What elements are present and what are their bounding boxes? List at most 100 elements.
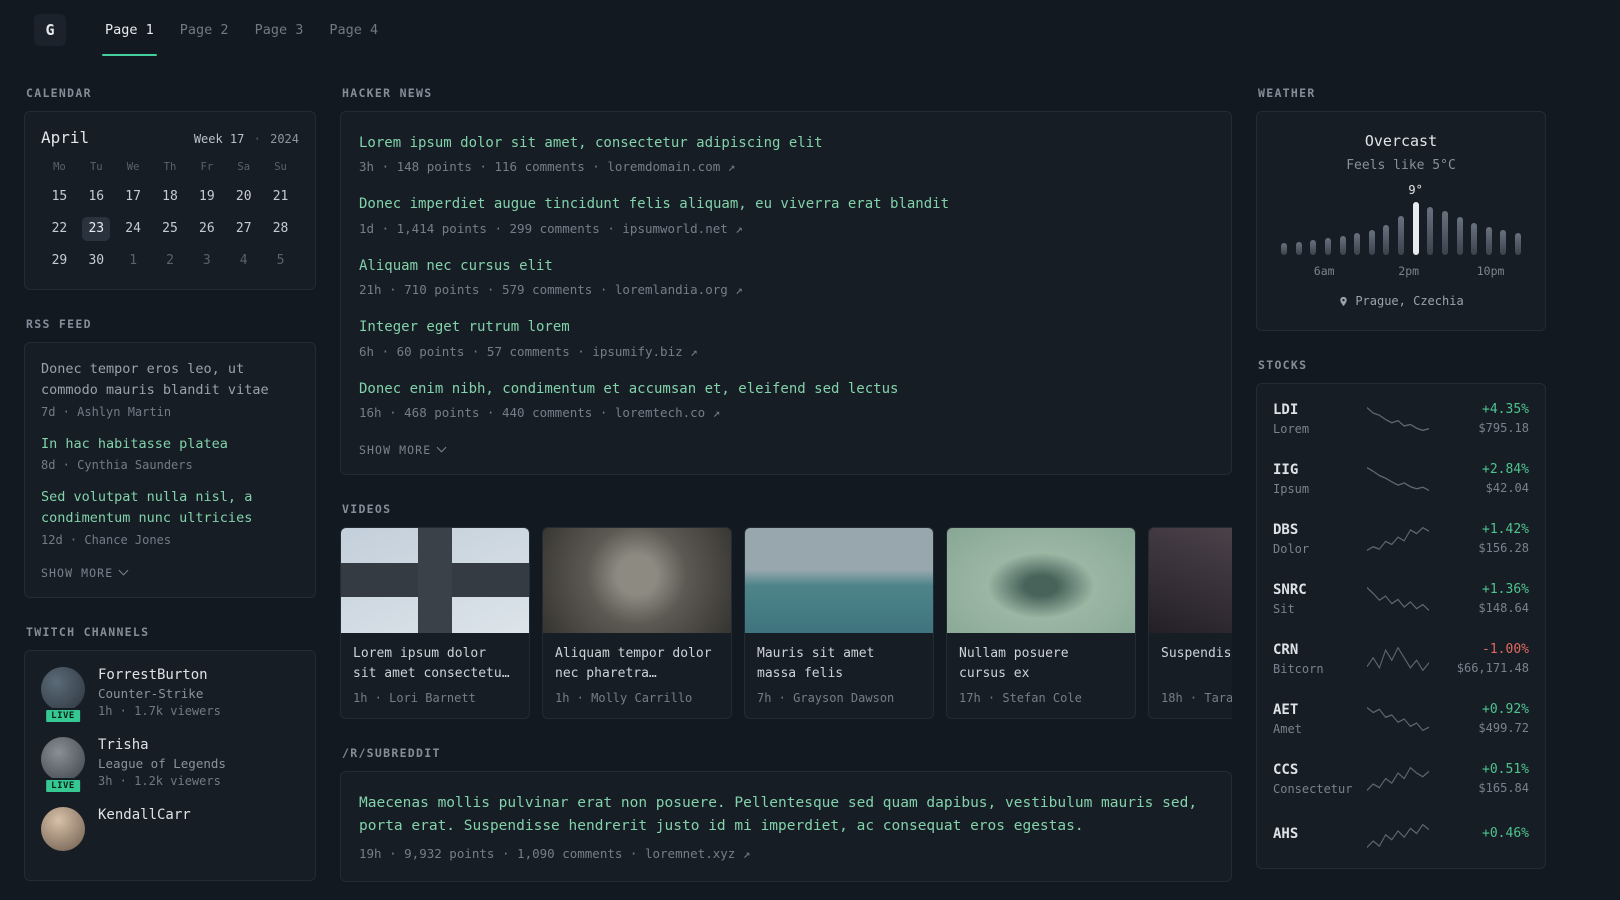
stocks-section-title: STOCKS (1258, 357, 1308, 372)
hackernews-section-title: HACKER NEWS (342, 86, 433, 100)
stock-change: +4.35% (1482, 402, 1529, 417)
calendar-widget: CALENDAR April Week 17 · 2024 Mo Tu We T… (24, 86, 316, 290)
stock-row[interactable]: IIG Ipsum +2.84% $42.04 (1272, 449, 1530, 509)
channel-avatar (41, 806, 85, 851)
hn-title-link[interactable]: Donec enim nibh, condimentum et accumsan… (359, 378, 1213, 400)
stock-price: $165.84 (1478, 781, 1529, 795)
hn-title-link[interactable]: Aliquam nec cursus elit (359, 255, 1213, 277)
weekday-label: Fr (200, 161, 214, 173)
weather-bar (1485, 227, 1492, 255)
twitch-channel[interactable]: LIVE Trisha League of Legends 3h · 1.2k … (41, 736, 299, 794)
stock-sparkline (1367, 586, 1429, 611)
weather-bar (1310, 239, 1317, 255)
video-thumbnail[interactable] (543, 527, 731, 633)
calendar-day: 19 (199, 189, 215, 204)
stock-sparkline (1367, 406, 1429, 431)
calendar-day: 4 (239, 253, 248, 268)
calendar-day: 3 (202, 253, 211, 268)
tab-page-3[interactable]: Page 3 (242, 0, 317, 60)
hn-item: Donec imperdiet augue tincidunt felis al… (359, 193, 1213, 235)
calendar-month: April (41, 128, 90, 147)
video-thumbnail[interactable] (1149, 527, 1232, 633)
weather-location: Prague, Czechia (1355, 294, 1464, 308)
stock-price: $795.18 (1478, 421, 1529, 435)
video-title[interactable]: Suspendisse diam (1149, 633, 1232, 685)
channel-name[interactable]: KendallCarr (98, 807, 191, 823)
twitch-channel[interactable]: KendallCarr (41, 806, 299, 851)
calendar-day: 28 (272, 221, 289, 236)
calendar-card: April Week 17 · 2024 Mo Tu We Th Fr Sa S… (24, 111, 316, 290)
rss-show-more-button[interactable]: SHOW MORE (41, 566, 129, 580)
tab-page-2[interactable]: Page 2 (167, 0, 242, 60)
stock-row[interactable]: LDI Lorem +4.35% $795.18 (1272, 389, 1530, 449)
hn-domain-link[interactable]: loremtech.co ↗ (615, 405, 720, 420)
video-card[interactable]: Mauris sit amet massa felis 7h · Grayson… (744, 526, 934, 719)
video-card[interactable]: Lorem ipsum dolor sit amet consectetu… 1… (340, 526, 530, 719)
stock-row[interactable]: AET Amet +0.92% $499.72 (1272, 689, 1530, 749)
weather-bar (1515, 232, 1521, 255)
channel-name[interactable]: ForrestBurton (98, 667, 221, 683)
video-thumbnail[interactable] (745, 527, 933, 633)
calendar-day: 22 (51, 221, 68, 236)
stock-row[interactable]: SNRC Sit +1.36% $148.64 (1272, 569, 1530, 629)
show-more-label: SHOW MORE (359, 442, 432, 457)
video-meta: 7h · Grayson Dawson (757, 690, 895, 705)
hn-domain-link[interactable]: loremdomain.com ↗ (607, 159, 735, 174)
rss-headline-link[interactable]: Sed volutpat nulla nisl, a condimentum n… (41, 487, 299, 530)
channel-info: KendallCarr (98, 807, 191, 851)
stock-row[interactable]: CRN Bitcorn -1.00% $66,171.48 (1272, 629, 1530, 689)
channel-avatar: LIVE (41, 736, 85, 794)
avatar-image (41, 736, 85, 781)
subreddit-domain-link[interactable]: loremnet.xyz ↗ (645, 846, 750, 861)
channel-game: Counter-Strike (98, 685, 204, 701)
video-thumbnail[interactable] (947, 527, 1135, 633)
rss-headline-link[interactable]: In hac habitasse platea (41, 434, 299, 455)
video-card[interactable]: Suspendisse diam 18h · Tara (1148, 526, 1232, 719)
stock-sparkline (1367, 706, 1429, 731)
app-logo[interactable]: G (34, 14, 66, 46)
location-pin-icon (1340, 296, 1348, 306)
channel-name[interactable]: Trisha (98, 737, 226, 753)
rss-card: Donec tempor eros leo, ut commodo mauris… (24, 342, 316, 598)
stock-price: $156.28 (1478, 541, 1529, 555)
stock-change: +1.42% (1482, 522, 1529, 537)
hn-title-link[interactable]: Lorem ipsum dolor sit amet, consectetur … (359, 132, 1213, 154)
avatar-image (41, 666, 85, 711)
stock-change: +0.92% (1482, 702, 1529, 717)
video-title[interactable]: Lorem ipsum dolor sit amet consectetu… (341, 633, 529, 685)
hn-domain-link[interactable]: ipsumworld.net ↗ (622, 221, 742, 236)
calendar-day: 5 (276, 253, 285, 268)
stock-name: Sit (1273, 601, 1295, 616)
stock-name: Dolor (1273, 541, 1310, 556)
hn-domain-link[interactable]: loremlandia.org ↗ (615, 282, 743, 297)
calendar-day: 27 (235, 221, 252, 236)
weather-bar (1441, 211, 1448, 255)
weekday-label: Su (274, 161, 287, 173)
weather-time: 10pm (1476, 264, 1505, 278)
tab-page-4[interactable]: Page 4 (316, 0, 391, 60)
hn-title-link[interactable]: Integer eget rutrum lorem (359, 316, 1213, 338)
tab-page-1[interactable]: Page 1 (92, 0, 167, 60)
hn-show-more-button[interactable]: SHOW MORE (359, 442, 447, 457)
weather-bar (1295, 241, 1302, 255)
hn-meta-text: 3h · 148 points · 116 comments · (359, 159, 600, 175)
channel-info: ForrestBurton Counter-Strike 1h · 1.7k v… (98, 667, 221, 718)
video-thumbnail[interactable] (341, 527, 529, 633)
weather-bar (1500, 230, 1507, 255)
channel-viewers: 1h · 1.7k viewers (98, 703, 221, 718)
calendar-day: 2 (166, 253, 174, 268)
video-card[interactable]: Nullam posuere cursus ex 17h · Stefan Co… (946, 526, 1136, 719)
video-title[interactable]: Aliquam tempor dolor nec pharetra… (543, 633, 731, 685)
hn-title-link[interactable]: Donec imperdiet augue tincidunt felis al… (359, 193, 1213, 215)
subreddit-card: Maecenas mollis pulvinar erat non posuer… (340, 770, 1232, 883)
subreddit-post-link[interactable]: Maecenas mollis pulvinar erat non posuer… (359, 792, 1213, 838)
stock-row[interactable]: CCS Consectetur +0.51% $165.84 (1272, 749, 1530, 809)
video-title[interactable]: Mauris sit amet massa felis (745, 633, 933, 685)
video-card[interactable]: Aliquam tempor dolor nec pharetra… 1h · … (542, 526, 732, 719)
rss-headline-link[interactable]: Donec tempor eros leo, ut commodo mauris… (41, 359, 299, 402)
twitch-channel[interactable]: LIVE ForrestBurton Counter-Strike 1h · 1… (41, 666, 299, 724)
stock-row[interactable]: DBS Dolor +1.42% $156.28 (1272, 509, 1530, 569)
hn-domain-link[interactable]: ipsumify.biz ↗ (592, 344, 697, 359)
stock-row[interactable]: AHS +0.46% (1272, 809, 1530, 863)
video-title[interactable]: Nullam posuere cursus ex (947, 633, 1135, 685)
